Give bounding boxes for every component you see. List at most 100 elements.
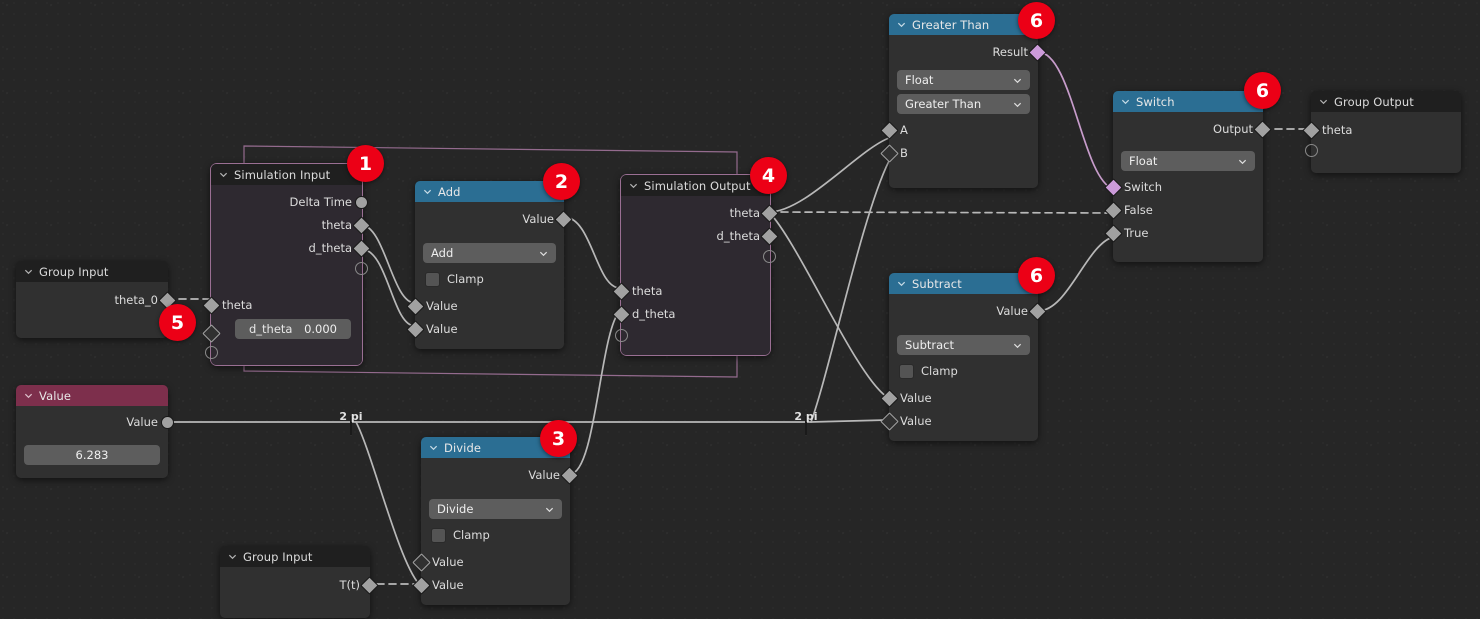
node-header[interactable]: Group Output — [1311, 91, 1461, 112]
node-switch[interactable]: Switch Output Float Switch False True — [1104, 91, 1272, 262]
output-socket-t-of-t[interactable] — [360, 576, 379, 595]
input-socket-extend[interactable] — [1305, 144, 1318, 157]
output-socket-d-theta[interactable] — [352, 239, 371, 258]
clamp-checkbox[interactable] — [425, 271, 440, 287]
socket-row-output-d-theta[interactable]: d_theta — [211, 236, 371, 259]
input-socket-value-2[interactable] — [880, 412, 899, 431]
input-socket-value-1[interactable] — [406, 297, 425, 316]
operation-dropdown[interactable]: Add — [423, 243, 556, 263]
operation-dropdown[interactable]: Subtract — [897, 335, 1030, 355]
clamp-toggle[interactable]: Clamp — [421, 523, 570, 547]
socket-row-output-extend[interactable] — [621, 247, 776, 265]
input-socket-value-2[interactable] — [406, 320, 425, 339]
socket-row-input-value-2[interactable]: Value — [412, 573, 570, 596]
node-header[interactable]: Group Input — [16, 261, 168, 282]
socket-row-output-extend[interactable] — [211, 259, 368, 277]
socket-row-input-theta[interactable]: theta — [202, 293, 362, 316]
chevron-down-icon[interactable] — [1319, 97, 1328, 106]
input-socket-theta[interactable] — [1302, 121, 1321, 140]
input-socket-b[interactable] — [880, 144, 899, 163]
socket-row-input-value-1[interactable]: Value — [880, 386, 1038, 409]
input-socket-theta[interactable] — [612, 282, 631, 301]
node-simulation-input[interactable]: Simulation Input Delta Time theta d_thet… — [202, 163, 371, 366]
socket-row-input-value-2[interactable]: Value — [880, 409, 1038, 432]
chevron-down-icon[interactable] — [219, 170, 228, 179]
socket-row-input-switch[interactable]: Switch — [1104, 175, 1263, 198]
output-socket-extend[interactable] — [355, 262, 368, 275]
socket-row-output-value[interactable]: Value — [421, 463, 579, 486]
input-socket-extend[interactable] — [615, 329, 628, 342]
data-type-dropdown[interactable]: Float — [1121, 151, 1255, 171]
socket-row-output-output[interactable]: Output — [1113, 117, 1272, 140]
output-socket-d-theta[interactable] — [760, 227, 779, 246]
socket-row-input-false[interactable]: False — [1104, 198, 1263, 221]
chevron-down-icon[interactable] — [24, 391, 33, 400]
node-header[interactable]: Add — [415, 181, 564, 202]
input-socket-switch[interactable] — [1104, 178, 1123, 197]
node-header[interactable]: Simulation Input — [211, 164, 362, 185]
socket-row-output-value[interactable]: Value — [415, 207, 573, 230]
input-socket-false[interactable] — [1104, 201, 1123, 220]
chevron-down-icon[interactable] — [1013, 76, 1022, 85]
chevron-down-icon[interactable] — [897, 20, 906, 29]
clamp-checkbox[interactable] — [431, 527, 446, 543]
node-value[interactable]: Value Value 6.283 — [16, 385, 174, 478]
chevron-down-icon[interactable] — [429, 443, 438, 452]
socket-row-input-value-1[interactable]: Value — [406, 294, 564, 317]
node-header[interactable]: Switch — [1113, 91, 1263, 112]
node-header[interactable]: Group Input — [220, 546, 370, 567]
socket-row-input-b[interactable]: B — [880, 141, 1038, 164]
socket-row-input-true[interactable]: True — [1104, 221, 1263, 244]
node-divide[interactable]: Divide Value Divide Clamp Value Value — [412, 437, 579, 605]
node-simulation-output[interactable]: Simulation Output theta d_theta theta d_… — [612, 174, 779, 356]
chevron-down-icon[interactable] — [897, 279, 906, 288]
socket-row-output-d-theta[interactable]: d_theta — [621, 224, 779, 247]
chevron-down-icon[interactable] — [228, 552, 237, 561]
chevron-down-icon[interactable] — [1013, 100, 1022, 109]
socket-row-input-value-1[interactable]: Value — [412, 550, 570, 573]
socket-row-output-theta[interactable]: theta — [211, 213, 371, 236]
input-socket-value-1[interactable] — [880, 389, 899, 408]
d-theta-field[interactable]: d_theta 0.000 — [235, 319, 351, 339]
node-greater-than[interactable]: Greater Than Result Float Greater Than A… — [880, 14, 1047, 188]
chevron-down-icon[interactable] — [1238, 157, 1247, 166]
input-socket-d-theta[interactable] — [612, 305, 631, 324]
value-field[interactable]: 6.283 — [24, 445, 160, 465]
output-socket-result[interactable] — [1028, 43, 1047, 62]
clamp-toggle[interactable]: Clamp — [889, 359, 1038, 383]
clamp-checkbox[interactable] — [899, 363, 914, 379]
output-socket-value[interactable] — [560, 466, 579, 485]
input-socket-value-2[interactable] — [412, 576, 431, 595]
reroute-2pi-right[interactable]: 2 pi — [794, 410, 818, 436]
socket-row-input-extend[interactable] — [205, 342, 362, 362]
node-group-input-bottom[interactable]: Group Input T(t) — [220, 546, 379, 618]
chevron-down-icon[interactable] — [1013, 341, 1022, 350]
output-socket-value[interactable] — [1028, 302, 1047, 321]
input-socket-true[interactable] — [1104, 224, 1123, 243]
socket-row-output-value[interactable]: Value — [16, 410, 174, 433]
output-socket-theta[interactable] — [352, 216, 371, 235]
output-socket-extend[interactable] — [763, 250, 776, 263]
socket-row-input-theta[interactable]: theta — [612, 279, 770, 302]
node-group-input-top[interactable]: Group Input theta_0 — [16, 261, 177, 338]
chevron-down-icon[interactable] — [545, 505, 554, 514]
socket-row-input-d-theta[interactable]: d_theta — [612, 302, 770, 325]
socket-row-input-theta[interactable]: theta — [1302, 118, 1461, 141]
node-header[interactable]: Value — [16, 385, 168, 406]
node-header[interactable]: Subtract — [889, 273, 1038, 294]
socket-row-output-theta0[interactable]: theta_0 — [16, 288, 177, 311]
socket-row-input-a[interactable]: A — [880, 118, 1038, 141]
socket-row-output-result[interactable]: Result — [889, 40, 1047, 63]
socket-row-input-value-2[interactable]: Value — [406, 317, 564, 340]
node-header[interactable]: Simulation Output — [621, 175, 770, 196]
output-socket-value[interactable] — [554, 210, 573, 229]
output-socket-delta-time[interactable] — [355, 196, 368, 209]
socket-row-output-value[interactable]: Value — [889, 299, 1047, 322]
clamp-toggle[interactable]: Clamp — [415, 267, 564, 291]
data-type-dropdown[interactable]: Float — [897, 70, 1030, 90]
node-subtract[interactable]: Subtract Value Subtract Clamp Value Valu… — [880, 273, 1047, 441]
chevron-down-icon[interactable] — [539, 249, 548, 258]
chevron-down-icon[interactable] — [629, 181, 638, 190]
input-socket-d-theta[interactable] — [202, 324, 221, 343]
node-header[interactable]: Greater Than — [889, 14, 1038, 35]
